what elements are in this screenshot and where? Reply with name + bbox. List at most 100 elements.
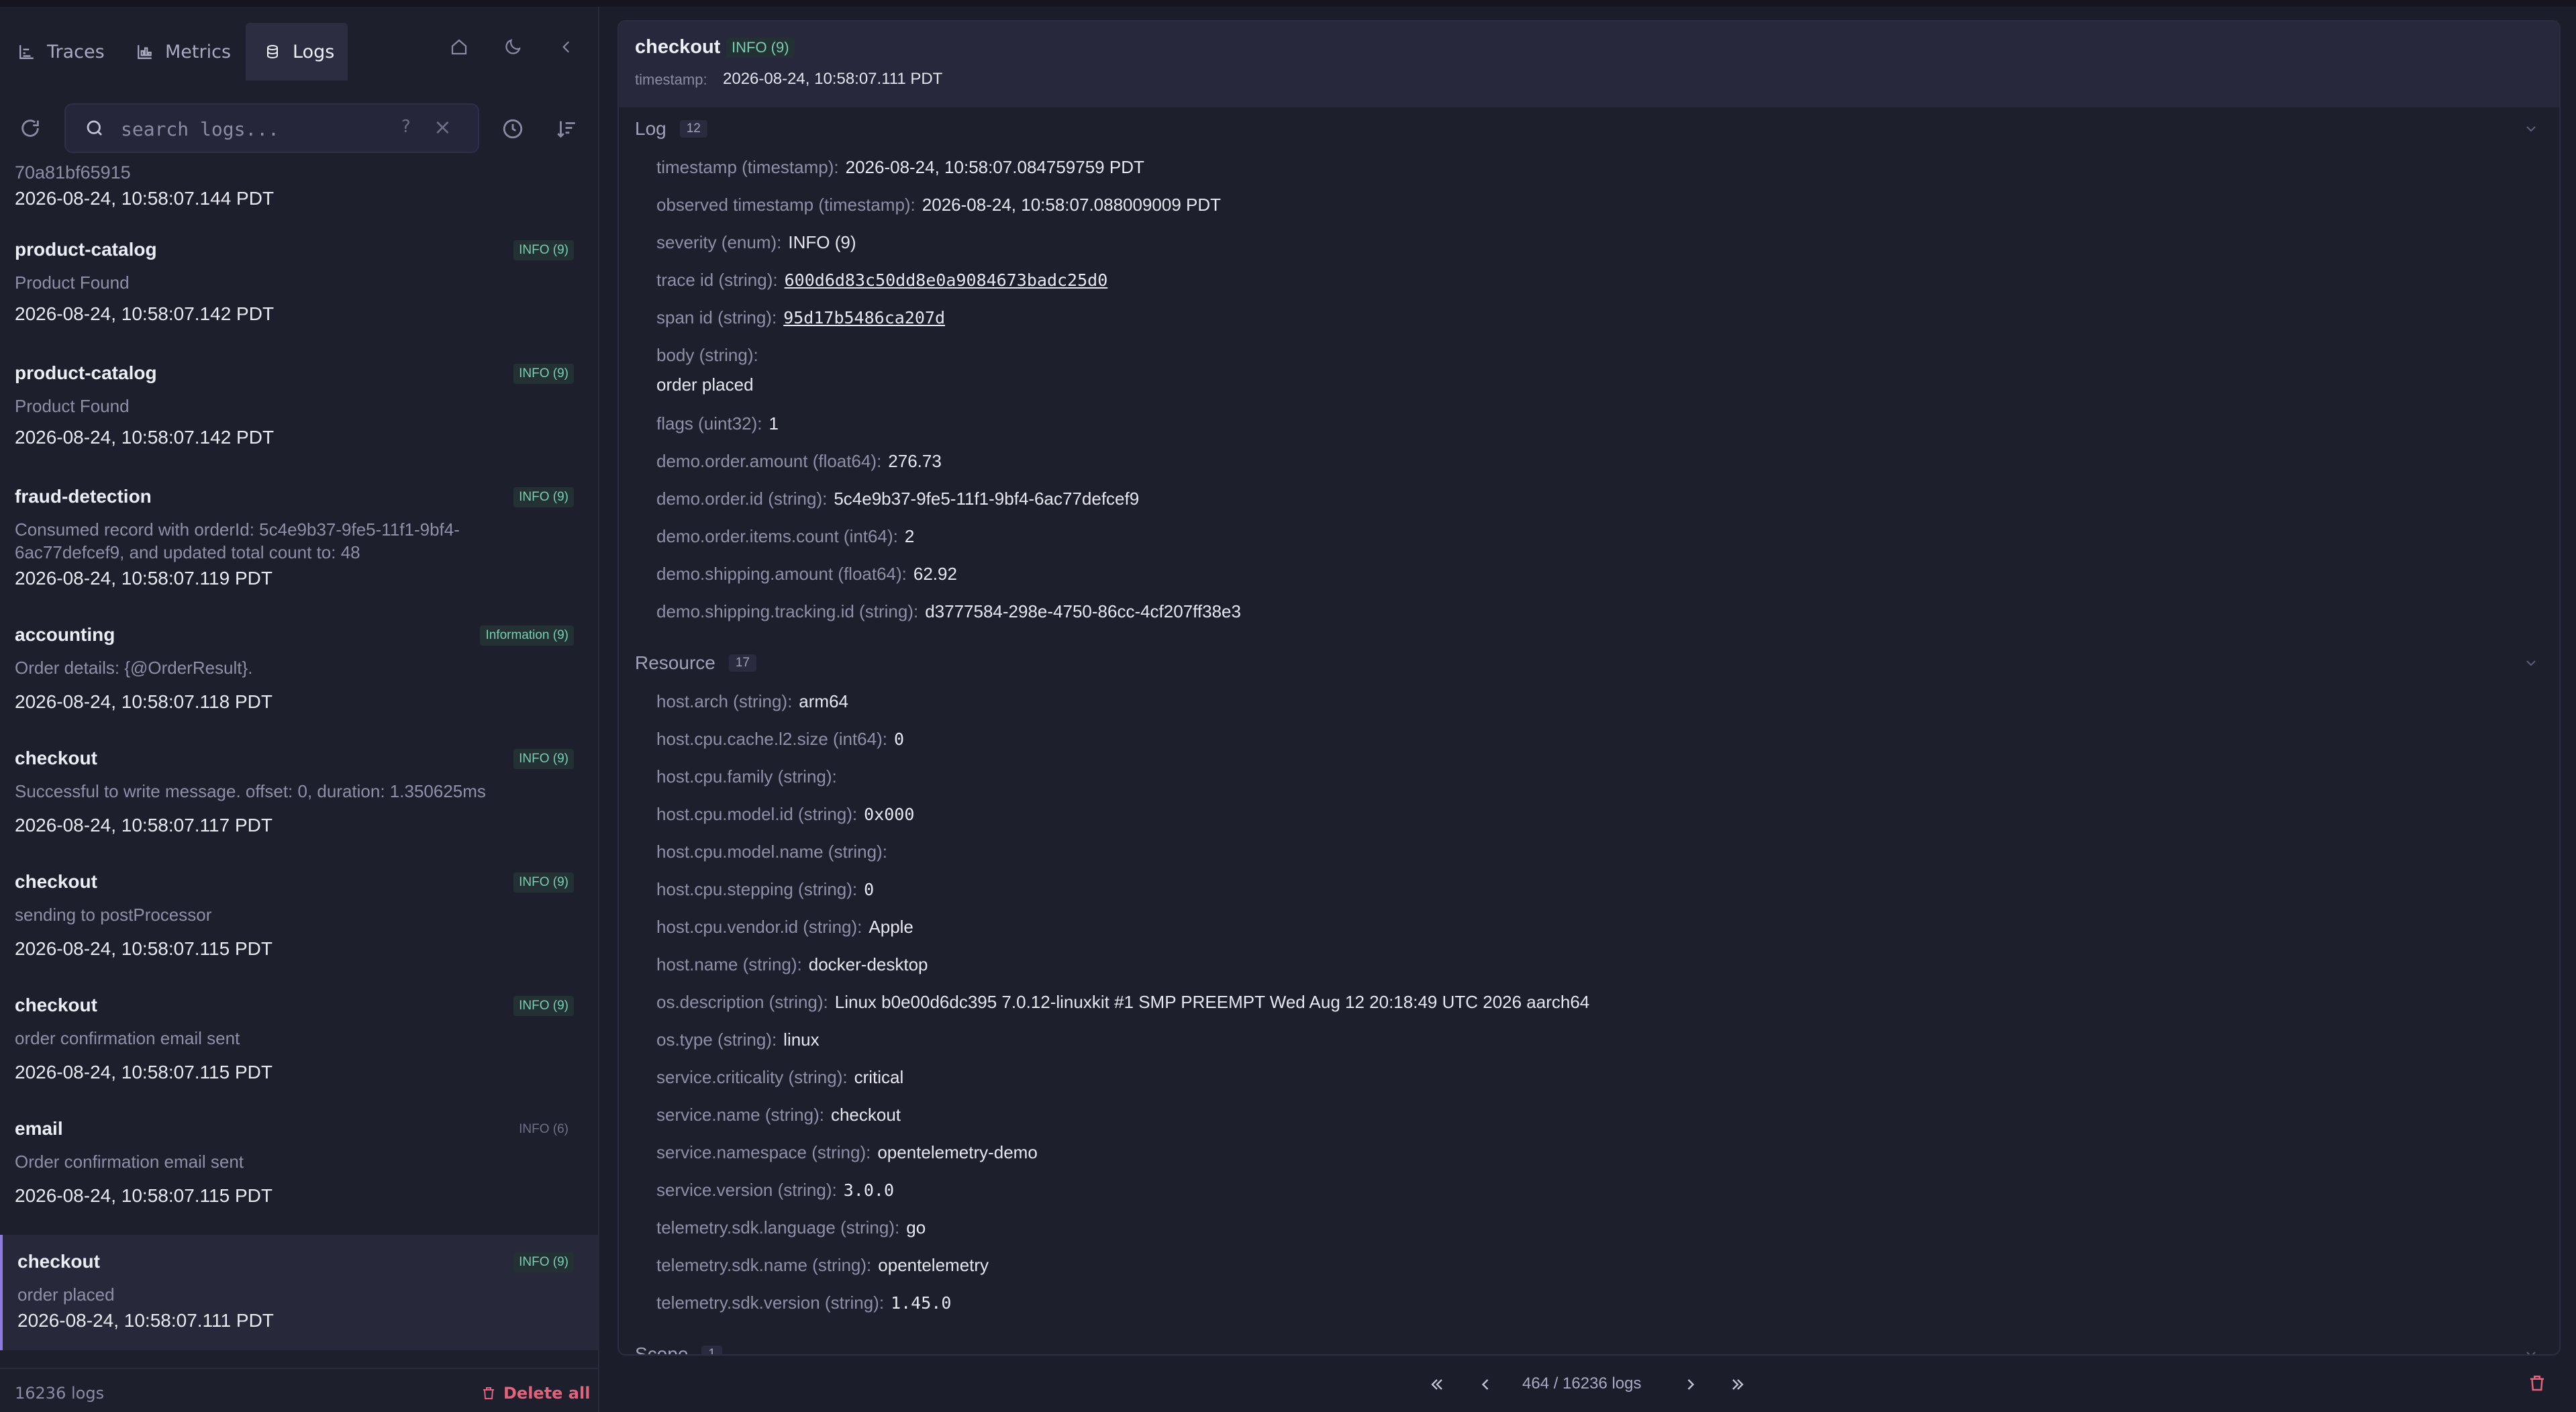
list-item[interactable]: accounting Information (9) Order details… (0, 608, 599, 732)
clock-icon[interactable] (498, 114, 528, 144)
severity-badge: INFO (9) (513, 996, 574, 1016)
field-row: observed timestamp (timestamp): 2026-08-2… (656, 195, 1221, 215)
field-row: demo.shipping.amount (float64): 62.92 (656, 564, 957, 585)
field-key: host.cpu.cache.l2.size (int64): (656, 729, 887, 749)
field-value: 2026-08-24, 10:58:07.088009009 PDT (922, 195, 1222, 215)
detail-header: checkout INFO (9) timestamp: 2026-08-24,… (619, 21, 2559, 107)
log-message: order confirmation email sent (15, 1028, 240, 1048)
last-page-icon[interactable] (1726, 1373, 1749, 1396)
refresh-icon[interactable] (16, 114, 44, 142)
field-row: host.cpu.stepping (string): 0 (656, 879, 874, 900)
tab-traces[interactable]: Traces (0, 23, 115, 81)
section-resource-header[interactable]: Resource 17 (635, 652, 756, 674)
section-resource-title: Resource (635, 652, 715, 673)
log-detail-panel: checkout INFO (9) timestamp: 2026-08-24,… (617, 20, 2561, 1356)
tab-logs-label: Logs (293, 41, 335, 62)
field-key: service.criticality (string): (656, 1067, 848, 1087)
field-value: arm64 (799, 691, 848, 711)
list-item-selected[interactable]: checkout INFO (9) order placed 2026-08-2… (0, 1235, 599, 1350)
field-row: demo.shipping.tracking.id (string): d3777… (656, 601, 1241, 622)
field-row: host.cpu.model.name (string): (656, 842, 894, 862)
chevron-down-icon[interactable] (2523, 655, 2539, 671)
log-toolbar: ? × (0, 87, 599, 168)
list-item[interactable]: product-catalog INFO (9) Product Found 2… (0, 223, 599, 344)
first-page-icon[interactable] (1426, 1373, 1448, 1396)
prev-page-icon[interactable] (1474, 1373, 1497, 1396)
log-time: 2026-08-24, 10:58:07.115 PDT (15, 938, 273, 959)
field-value: 0x000 (864, 805, 915, 824)
collapse-chevron-icon[interactable] (553, 34, 580, 60)
search-clear-icon[interactable]: × (434, 114, 452, 140)
severity-badge: INFO (6) (519, 1122, 568, 1136)
trash-icon[interactable] (2527, 1373, 2547, 1393)
list-item[interactable]: 70a81bf65915 2026-08-24, 10:58:07.144 PD… (0, 162, 599, 216)
log-time: 2026-08-24, 10:58:07.119 PDT (15, 568, 273, 589)
sidebar-footer: 16236 logs Delete all (0, 1368, 599, 1412)
log-message: sending to postProcessor (15, 905, 212, 925)
field-key: demo.order.amount (float64): (656, 451, 882, 471)
field-row: host.cpu.model.id (string): 0x000 (656, 804, 914, 825)
log-message: Order confirmation email sent (15, 1152, 244, 1172)
field-key: host.cpu.model.id (string): (656, 804, 858, 824)
moon-icon[interactable] (499, 34, 526, 60)
tab-metrics[interactable]: Metrics (118, 23, 246, 81)
sort-icon[interactable] (552, 114, 581, 144)
field-key: span id (string): (656, 307, 777, 327)
field-row: trace id (string): 600d6d83c50dd8e0a90846… (656, 270, 1107, 291)
list-item[interactable]: checkout INFO (9) order confirmation ema… (0, 978, 599, 1102)
severity-badge: INFO (9) (513, 364, 574, 384)
log-time: 2026-08-24, 10:58:07.111 PDT (17, 1310, 274, 1331)
log-service: checkout (15, 748, 97, 768)
field-value: go (906, 1217, 926, 1238)
list-item[interactable]: checkout INFO (9) sending to postProcess… (0, 855, 599, 978)
field-key: demo.shipping.amount (float64): (656, 564, 907, 584)
search-help-icon[interactable]: ? (401, 117, 411, 137)
chevron-down-icon[interactable] (2523, 121, 2539, 137)
section-log-header[interactable]: Log 12 (635, 118, 707, 140)
field-row: host.name (string): docker-desktop (656, 954, 928, 975)
sidebar: Traces Metrics Logs search logs... ? × 7… (0, 7, 599, 1412)
span-id-link[interactable]: 95d17b5486ca207d (783, 308, 945, 327)
chart-icon (136, 42, 154, 61)
tab-traces-label: Traces (47, 41, 105, 62)
section-resource-count: 17 (728, 654, 756, 672)
list-item[interactable]: email INFO (6) Order confirmation email … (0, 1102, 599, 1225)
log-message: Successful to write message. offset: 0, … (15, 781, 486, 801)
field-key: flags (uint32): (656, 413, 762, 434)
detail-severity-badge: INFO (9) (726, 38, 795, 58)
field-value: 2 (904, 526, 915, 546)
field-value: Apple (869, 917, 913, 937)
severity-badge: INFO (9) (513, 1252, 574, 1272)
field-row: os.type (string): linux (656, 1029, 820, 1050)
field-key: os.type (string): (656, 1029, 777, 1050)
field-value: 276.73 (888, 451, 942, 471)
list-item[interactable]: fraud-detection INFO (9) Consumed record… (0, 470, 599, 608)
delete-all-button[interactable]: Delete all (481, 1384, 590, 1403)
log-message: order placed (17, 1284, 115, 1305)
field-key: service.namespace (string): (656, 1142, 871, 1162)
body-value: order placed (656, 374, 754, 395)
search-input[interactable] (121, 115, 389, 142)
chevron-down-icon[interactable] (2523, 1346, 2539, 1356)
next-page-icon[interactable] (1679, 1373, 1702, 1396)
log-service: accounting (15, 624, 115, 645)
field-row: service.criticality (string): critical (656, 1067, 903, 1088)
field-key: os.description (string): (656, 992, 828, 1012)
section-scope-header[interactable]: Scope 1 (635, 1344, 722, 1354)
field-value: d3777584-298e-4750-86cc-4cf207ff38e3 (925, 601, 1241, 621)
field-key: host.cpu.vendor.id (string): (656, 917, 862, 937)
home-icon[interactable] (446, 34, 473, 60)
list-item[interactable]: checkout INFO (9) Successful to write me… (0, 732, 599, 855)
trace-id-link[interactable]: 600d6d83c50dd8e0a9084673badc25d0 (785, 270, 1108, 290)
field-key: severity (enum): (656, 232, 782, 252)
section-scope-count: 1 (701, 1346, 722, 1354)
field-value: 0 (864, 880, 875, 899)
tab-bar: Traces Metrics Logs (0, 7, 599, 81)
list-item[interactable]: product-catalog INFO (9) Product Found 2… (0, 346, 599, 467)
log-time: 2026-08-24, 10:58:07.118 PDT (15, 691, 273, 712)
tab-logs[interactable]: Logs (246, 23, 348, 81)
log-list[interactable]: 70a81bf65915 2026-08-24, 10:58:07.144 PD… (0, 162, 599, 1350)
field-value: critical (854, 1067, 904, 1087)
field-row: severity (enum): INFO (9) (656, 232, 856, 253)
field-key: telemetry.sdk.language (string): (656, 1217, 900, 1238)
